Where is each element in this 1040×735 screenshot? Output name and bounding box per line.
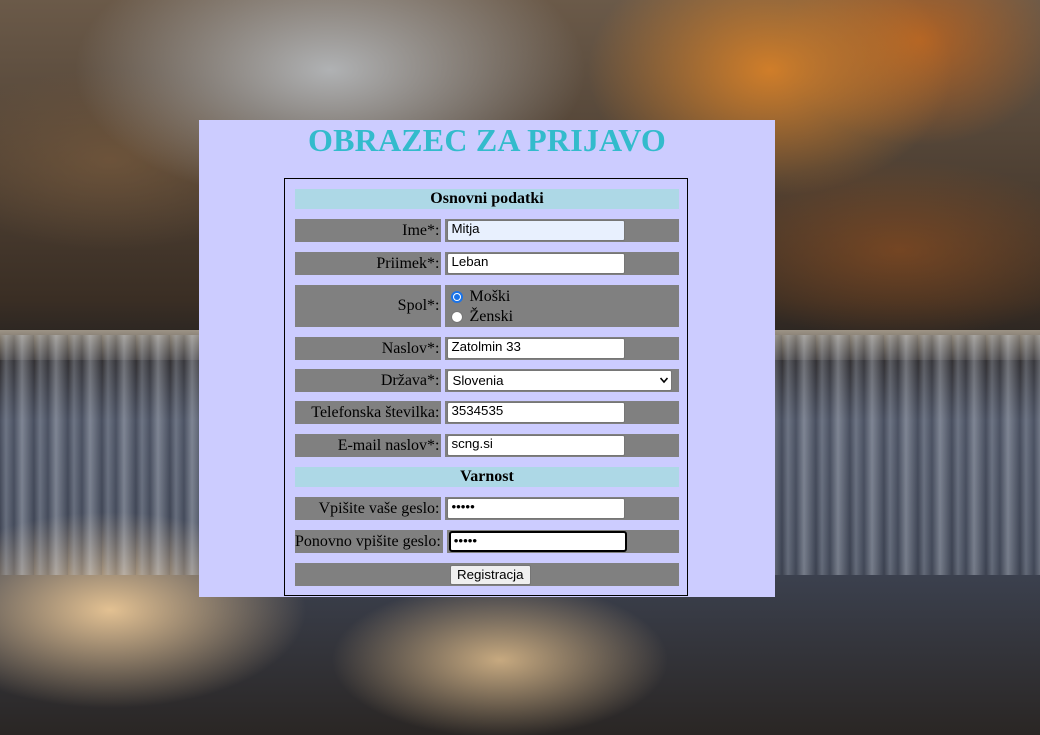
country-label: Država*: xyxy=(295,369,442,392)
male-radio-label[interactable]: Moški xyxy=(469,288,510,306)
phone-cell: 3534535 xyxy=(445,401,679,424)
password-repeat-label: Ponovno vpišite geslo: xyxy=(295,530,443,553)
gender-label: Spol*: xyxy=(295,285,442,327)
country-select[interactable]: Slovenia xyxy=(447,370,673,391)
address-label: Naslov*: xyxy=(295,337,442,360)
last-name-cell: Leban xyxy=(445,252,679,275)
gender-radio-group: Moški Ženski xyxy=(451,287,513,327)
password-repeat-input[interactable]: ••••• xyxy=(448,531,627,552)
phone-input[interactable]: 3534535 xyxy=(447,402,626,423)
first-name-label: Ime*: xyxy=(295,219,442,242)
country-row: Država*: Slovenia xyxy=(295,369,679,392)
gender-cell: Moški Ženski xyxy=(445,285,679,327)
last-name-row: Priimek*: Leban xyxy=(295,252,679,275)
last-name-label: Priimek*: xyxy=(295,252,442,275)
country-cell: Slovenia xyxy=(445,369,679,392)
register-button[interactable]: Registracja xyxy=(450,565,531,585)
last-name-input[interactable]: Leban xyxy=(447,253,626,274)
gender-option-female[interactable]: Ženski xyxy=(451,307,513,327)
gender-option-male[interactable]: Moški xyxy=(451,287,513,307)
password-row: Vpišite vaše geslo: ••••• xyxy=(295,497,679,520)
submit-row: Registracja xyxy=(295,563,679,586)
password-cell: ••••• xyxy=(445,497,679,520)
password-input[interactable]: ••••• xyxy=(447,498,626,519)
registration-panel: OBRAZEC ZA PRIJAVO Osnovni podatki Ime*:… xyxy=(199,120,775,597)
address-input[interactable]: Zatolmin 33 xyxy=(447,338,626,359)
gender-row: Spol*: Moški Ženski xyxy=(295,285,679,327)
chevron-down-icon xyxy=(660,377,669,384)
phone-label: Telefonska številka: xyxy=(295,401,442,424)
password-label: Vpišite vaše geslo: xyxy=(295,497,442,520)
email-row: E-mail naslov*: scng.si xyxy=(295,434,679,457)
registration-form: Osnovni podatki Ime*: Mitja Priimek*: Le… xyxy=(284,178,688,596)
section-basic-header: Osnovni podatki xyxy=(295,189,679,209)
password-repeat-row: Ponovno vpišite geslo: ••••• xyxy=(295,530,679,553)
first-name-row: Ime*: Mitja xyxy=(295,219,679,242)
section-security-header: Varnost xyxy=(295,467,679,487)
email-cell: scng.si xyxy=(445,434,679,457)
address-cell: Zatolmin 33 xyxy=(445,337,679,360)
male-radio[interactable] xyxy=(451,291,464,303)
first-name-input[interactable]: Mitja xyxy=(447,220,626,241)
email-input[interactable]: scng.si xyxy=(447,435,626,456)
first-name-cell: Mitja xyxy=(445,219,679,242)
female-radio-label[interactable]: Ženski xyxy=(469,308,513,326)
password-repeat-cell: ••••• xyxy=(446,530,679,553)
page-title: OBRAZEC ZA PRIJAVO xyxy=(308,122,666,158)
phone-row: Telefonska številka: 3534535 xyxy=(295,401,679,424)
country-selected-value: Slovenia xyxy=(452,373,504,388)
female-radio[interactable] xyxy=(451,311,464,323)
email-label: E-mail naslov*: xyxy=(295,434,442,457)
address-row: Naslov*: Zatolmin 33 xyxy=(295,337,679,360)
